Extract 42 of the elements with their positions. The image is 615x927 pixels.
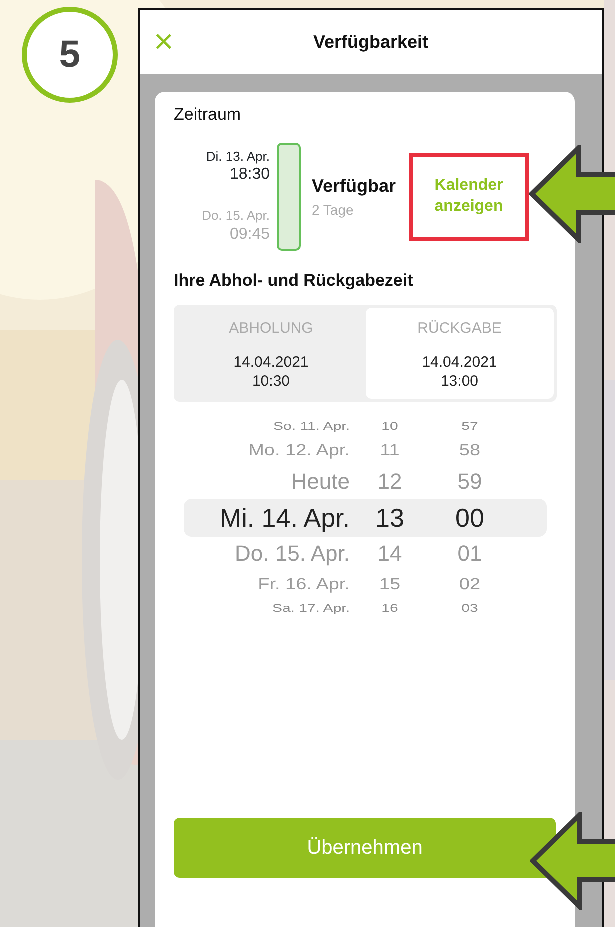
duration-text: 2 Tage [312,200,355,220]
day-option[interactable]: Fr. 16. Apr. [174,572,350,598]
picker-row[interactable]: Fr. 16. Apr. 15 02 [174,570,557,600]
start-time: 18:30 [228,164,270,185]
picker-row[interactable]: Heute 12 59 [174,465,557,500]
availability-status: Verfügbar [312,174,398,198]
hour-option[interactable]: 13 [350,499,430,537]
minute-option[interactable]: 59 [430,465,510,500]
apply-button[interactable]: Übernehmen [174,818,556,878]
screen-title: Verfügbarkeit [313,32,429,52]
day-option[interactable]: Mi. 14. Apr. [184,499,350,537]
day-option[interactable]: Mo. 12. Apr. [174,438,350,464]
hour-option[interactable]: 14 [350,536,430,571]
end-date: Do. 15. Apr. [201,208,270,224]
section-heading: Zeitraum [174,104,242,126]
hour-option[interactable]: 12 [350,465,430,500]
minute-option[interactable]: 58 [430,438,510,464]
day-option[interactable]: Sa. 17. Apr. [174,601,350,616]
close-button[interactable]: × [152,25,176,59]
picker-row[interactable]: Do. 15. Apr. 14 01 [174,536,557,571]
time-tab[interactable]: ABHOLUNG 14.04.2021 10:30 [177,308,366,399]
hour-option[interactable]: 15 [350,572,430,598]
minute-option[interactable]: 57 [430,420,510,435]
day-option[interactable]: So. 11. Apr. [174,420,350,435]
minute-option[interactable]: 01 [430,536,510,571]
section-heading: Ihre Abhol- und Rückgabezeit [174,270,414,292]
selected-row[interactable]: Mi. 14. Apr. 13 00 [184,499,547,537]
end-time: 09:45 [228,224,270,244]
start-date: Di. 13. Apr. [205,148,270,165]
picker-row[interactable]: So. 11. Apr. 10 57 [174,418,557,437]
hour-option[interactable]: 10 [350,420,430,435]
day-option[interactable]: Do. 15. Apr. [174,536,350,571]
calendar-link[interactable]: Kalender anzeigen [409,152,529,240]
minute-option[interactable]: 02 [430,572,510,598]
minute-option[interactable]: 00 [430,499,510,537]
day-option[interactable]: Heute [174,465,350,500]
hour-option[interactable]: 16 [350,601,430,616]
time-tab[interactable]: RÜCKGABE 14.04.2021 13:00 [366,308,554,399]
hour-option[interactable]: 11 [350,438,430,464]
minute-option[interactable]: 03 [430,601,510,616]
picker-row[interactable]: Mo. 12. Apr. 11 58 [174,436,557,466]
picker-row[interactable]: Sa. 17. Apr. 16 03 [174,599,557,618]
